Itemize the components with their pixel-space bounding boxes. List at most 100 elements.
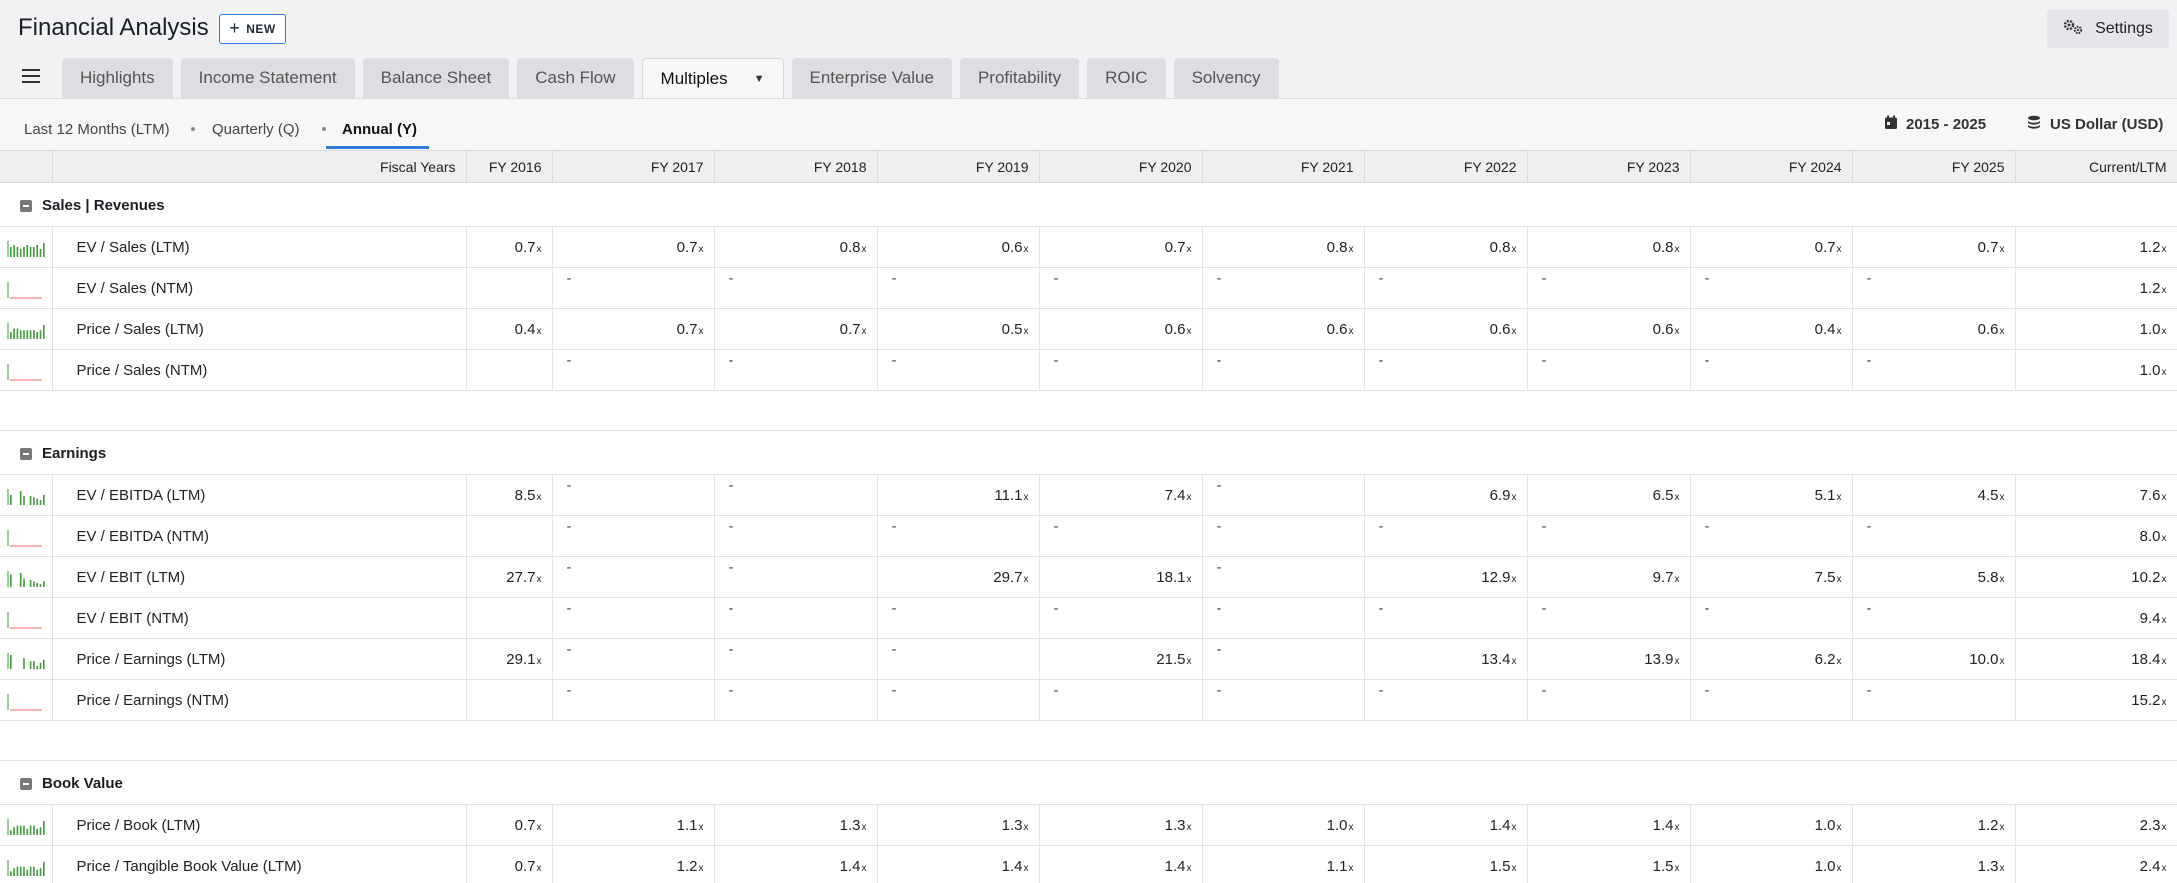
sparkline-cell[interactable]	[0, 679, 53, 721]
coins-icon	[2026, 115, 2042, 134]
value-text: 10.0	[1969, 650, 1999, 668]
table-row: Price / Earnings (NTM) - - - - - - - - -15.2x	[0, 679, 2177, 721]
tab-solvency[interactable]: Solvency	[1173, 58, 1279, 98]
empty-cell: -	[1202, 679, 1365, 721]
value-cell: 29.7x	[877, 556, 1040, 598]
sparkline-cell[interactable]	[0, 556, 53, 598]
sparkline-bar	[26, 869, 29, 876]
table-row: EV / EBIT (LTM) 27.7x - -29.7x 18.1x -12.9x 9.…	[0, 556, 2177, 598]
menu-icon[interactable]	[22, 69, 40, 83]
collapse-icon[interactable]	[20, 777, 32, 790]
tab-income-statement[interactable]: Income Statement	[180, 58, 355, 98]
collapse-icon[interactable]	[20, 447, 32, 460]
value-text: 0.7	[514, 857, 536, 875]
empty-cell: -	[1202, 556, 1365, 598]
empty-cell: -	[1527, 349, 1691, 391]
row-label: EV / EBIT (LTM)	[52, 556, 467, 598]
multiple-suffix: x	[1674, 655, 1680, 667]
value-cell: 0.6x	[1364, 308, 1528, 350]
sparkline-bar	[10, 247, 12, 257]
empty-cell: -	[552, 638, 715, 680]
value-text: 7.6	[2139, 486, 2161, 504]
tab-roic[interactable]: ROIC	[1087, 58, 1166, 98]
value-text: 0.7	[676, 320, 698, 338]
row-label: Price / Sales (LTM)	[52, 308, 467, 350]
new-button[interactable]: + NEW	[219, 14, 286, 44]
sparkline-cell[interactable]	[0, 804, 53, 846]
empty-cell: -	[1527, 515, 1691, 557]
value-cell: 0.7x	[1039, 226, 1203, 268]
period-annual[interactable]: Annual (Y)	[342, 121, 417, 138]
column-header: FY 2017	[552, 150, 715, 183]
value-text: 0.6	[1977, 320, 1999, 338]
value-text: 0.6	[1001, 238, 1023, 256]
sparkline-bar	[10, 655, 12, 669]
value-cell: 21.5x	[1039, 638, 1203, 680]
section-title: Earnings	[42, 445, 107, 462]
multiple-suffix: x	[2161, 696, 2167, 708]
sparkline-bar	[13, 328, 15, 339]
row-label: Price / Earnings (NTM)	[52, 679, 467, 721]
value-cell: 0.7x	[1852, 226, 2016, 268]
tab-highlights[interactable]: Highlights	[62, 58, 173, 98]
currency-selector[interactable]: US Dollar (USD)	[2026, 115, 2163, 134]
value-cell: 1.3x	[1039, 804, 1203, 846]
section-title: Book Value	[42, 775, 123, 792]
tab-label: Enterprise Value	[809, 68, 934, 87]
plus-icon: +	[229, 18, 241, 38]
sparkline-cell[interactable]	[0, 267, 53, 309]
tab-enterprise-value[interactable]: Enterprise Value	[791, 58, 952, 98]
sparkline-bar	[29, 825, 32, 835]
blank-cell	[466, 679, 553, 721]
sparkline-bar	[19, 330, 22, 339]
multiple-suffix: x	[1186, 862, 1192, 874]
sparkline-cell[interactable]	[0, 226, 53, 268]
value-cell: 0.6x	[1527, 308, 1691, 350]
empty-cell: -	[877, 597, 1040, 639]
spark-header	[0, 150, 53, 183]
multiple-suffix: x	[2161, 284, 2167, 296]
table-row: EV / Sales (LTM) 0.7x 0.7x 0.8x 0.6x 0.7x 0.8x…	[0, 226, 2177, 268]
value-text: 7.5	[1814, 568, 1836, 586]
collapse-icon[interactable]	[20, 199, 32, 212]
sparkline-bar	[43, 821, 45, 835]
sparkline-cell[interactable]	[0, 308, 53, 350]
tab-balance-sheet[interactable]: Balance Sheet	[362, 58, 510, 98]
sparkline-bar	[23, 578, 25, 587]
sparkline-cell[interactable]	[0, 515, 53, 557]
empty-cell: -	[1690, 597, 1853, 639]
active-period-indicator	[326, 146, 429, 149]
sparkline-cell[interactable]	[0, 349, 53, 391]
sparkline-cell[interactable]	[0, 845, 53, 883]
tab-cash-flow[interactable]: Cash Flow	[517, 58, 634, 98]
period-quarterly[interactable]: Quarterly (Q)	[212, 121, 300, 138]
sparkline-icon	[7, 819, 45, 835]
value-cell: 1.0x	[2015, 308, 2177, 350]
value-cell: 0.7x	[1690, 226, 1853, 268]
settings-button[interactable]: Settings	[2047, 10, 2169, 48]
section-toggle[interactable]: Book Value	[20, 775, 123, 792]
empty-cell: -	[877, 515, 1040, 557]
sparkline-bar	[23, 496, 25, 505]
section-toggle[interactable]: Sales | Revenues	[20, 197, 165, 214]
multiple-suffix: x	[1186, 491, 1192, 503]
multiple-suffix: x	[698, 862, 704, 874]
empty-cell: -	[1364, 515, 1528, 557]
multiples-table: Fiscal Years FY 2016 FY 2017 FY 2018 FY …	[0, 150, 2177, 883]
sparkline-bar	[26, 245, 29, 257]
sparkline-cell[interactable]	[0, 597, 53, 639]
column-header: FY 2025	[1852, 150, 2016, 183]
empty-cell: -	[877, 349, 1040, 391]
column-header: Current/LTM	[2015, 150, 2177, 183]
tab-multiples[interactable]: Multiples ▼	[641, 58, 784, 98]
tab-profitability[interactable]: Profitability	[959, 58, 1080, 98]
sparkline-cell[interactable]	[0, 638, 53, 680]
multiple-suffix: x	[1674, 862, 1680, 874]
year-range-selector[interactable]: 2015 - 2025	[1884, 115, 1986, 134]
sparkline-bar	[16, 328, 19, 339]
sparkline-cell[interactable]	[0, 474, 53, 516]
section-toggle[interactable]: Earnings	[20, 445, 106, 462]
sparkline-icon	[7, 489, 45, 505]
period-ltm[interactable]: Last 12 Months (LTM)	[24, 121, 170, 138]
value-text: 18.1	[1156, 568, 1186, 586]
